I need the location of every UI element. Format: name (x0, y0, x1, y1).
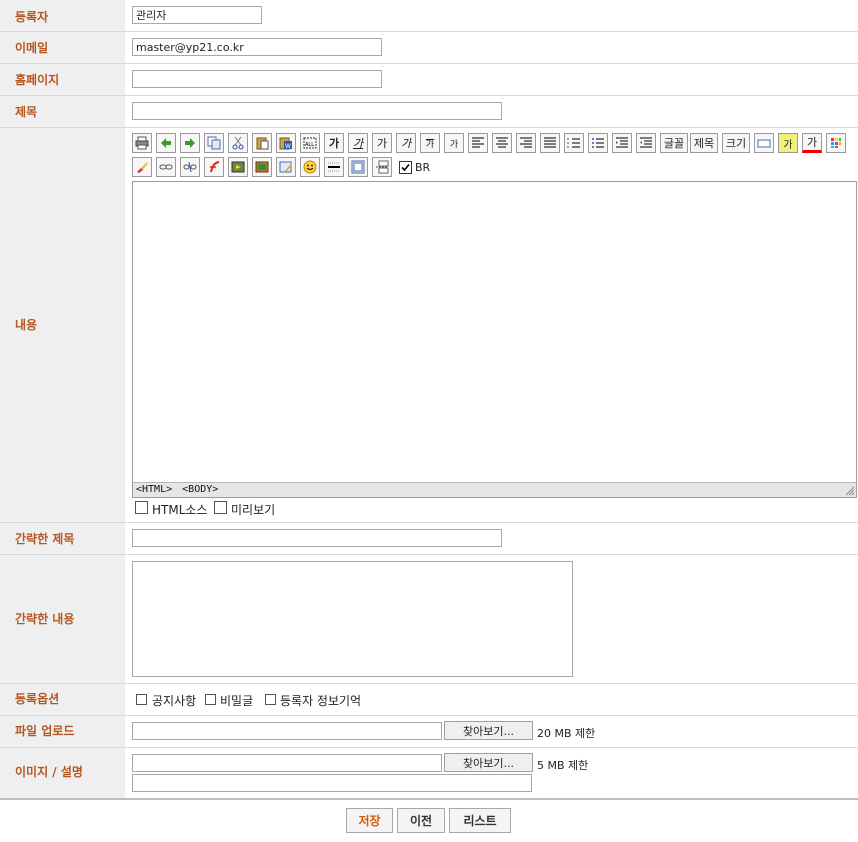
page-break-icon[interactable] (372, 157, 392, 177)
heading-button[interactable]: 제목 (690, 133, 718, 153)
align-center-icon[interactable] (492, 133, 512, 153)
row-homepage: 홈페이지 (0, 64, 858, 96)
image-description-input[interactable] (132, 774, 532, 792)
secret-checkbox[interactable] (205, 694, 216, 705)
row-image: 이미지 / 설명 찾아보기... 5 MB 제한 (0, 748, 858, 798)
table-icon[interactable] (348, 157, 368, 177)
unlink-icon[interactable] (180, 157, 200, 177)
outdent-icon[interactable] (612, 133, 632, 153)
unordered-list-icon[interactable] (588, 133, 608, 153)
cut-icon[interactable] (228, 133, 248, 153)
notice-label: 공지사항 (152, 694, 197, 708)
image-edit-icon[interactable] (276, 157, 296, 177)
label-short-subject: 간략한 제목 (0, 523, 125, 554)
status-body-tag[interactable]: <BODY> (182, 484, 218, 495)
file-browse-button[interactable]: 찾아보기... (444, 721, 533, 740)
label-homepage: 홈페이지 (0, 64, 125, 95)
row-short-subject: 간략한 제목 (0, 523, 858, 555)
color-palette-icon[interactable] (826, 133, 846, 153)
form-bottom-divider (0, 798, 858, 800)
image-upload-input[interactable] (132, 754, 442, 772)
file-size-limit: 20 MB 제한 (537, 727, 596, 740)
row-content: 내용 W ALL 가 가 가 가 가 가 글꼴 제목 크기 가 가 BR <HT… (0, 128, 858, 523)
emoticon-icon[interactable] (300, 157, 320, 177)
list-button[interactable]: 리스트 (449, 808, 511, 833)
media-icon[interactable] (228, 157, 248, 177)
short-content-textarea[interactable] (132, 561, 573, 677)
row-file-upload: 파일 업로드 찾아보기... 20 MB 제한 (0, 716, 858, 748)
remember-checkbox[interactable] (265, 694, 276, 705)
subject-input[interactable] (132, 102, 502, 120)
flash-icon[interactable] (204, 157, 224, 177)
editor-status-bar: <HTML> <BODY> (133, 482, 856, 497)
image-browse-button[interactable]: 찾아보기... (444, 753, 533, 772)
notice-checkbox[interactable] (136, 694, 147, 705)
html-source-label: HTML소스 (152, 503, 208, 517)
indent-icon[interactable] (636, 133, 656, 153)
strike-icon[interactable]: 가 (396, 133, 416, 153)
email-input[interactable] (132, 38, 382, 56)
paste-icon[interactable] (252, 133, 272, 153)
image-icon[interactable] (252, 157, 272, 177)
resize-grip-icon[interactable] (844, 485, 855, 496)
preview-label: 미리보기 (231, 503, 276, 517)
superscript-icon[interactable]: 가 (420, 133, 440, 153)
copy-icon[interactable] (204, 133, 224, 153)
remember-label: 등록자 정보기억 (280, 694, 362, 708)
highlight-color-icon[interactable]: 가 (778, 133, 798, 153)
align-right-icon[interactable] (516, 133, 536, 153)
svg-text:ALL: ALL (305, 142, 314, 148)
image-size-limit: 5 MB 제한 (537, 759, 589, 772)
label-email: 이메일 (0, 32, 125, 63)
ordered-list-icon[interactable] (564, 133, 584, 153)
text-box-icon[interactable] (754, 133, 774, 153)
row-author: 등록자 (0, 0, 858, 32)
undo-icon[interactable] (156, 133, 176, 153)
horizontal-rule-icon[interactable] (324, 157, 344, 177)
redo-icon[interactable] (180, 133, 200, 153)
row-email: 이메일 (0, 32, 858, 64)
align-justify-icon[interactable] (540, 133, 560, 153)
author-input[interactable] (132, 6, 262, 24)
link-icon[interactable] (156, 157, 176, 177)
paste-word-icon[interactable]: W (276, 133, 296, 153)
label-short-content: 간략한 내용 (0, 555, 125, 683)
bold-icon[interactable]: 가 (324, 133, 344, 153)
row-subject: 제목 (0, 96, 858, 128)
font-family-button[interactable]: 글꼴 (660, 133, 688, 153)
label-subject: 제목 (0, 96, 125, 127)
html-source-checkbox[interactable] (135, 501, 148, 514)
file-upload-input[interactable] (132, 722, 442, 740)
select-all-icon[interactable]: ALL (300, 133, 320, 153)
label-options: 등록옵션 (0, 684, 125, 715)
prev-button[interactable]: 이전 (397, 808, 445, 833)
short-subject-input[interactable] (132, 529, 502, 547)
editor-area: W ALL 가 가 가 가 가 가 글꼴 제목 크기 가 가 BR <HTML>… (125, 128, 858, 522)
br-checkbox[interactable] (399, 161, 412, 174)
print-icon[interactable] (132, 133, 152, 153)
save-button[interactable]: 저장 (346, 808, 393, 833)
secret-label: 비밀글 (220, 694, 254, 708)
font-color-icon[interactable]: 가 (802, 133, 822, 153)
editor-body[interactable]: <HTML> <BODY> (132, 181, 857, 498)
homepage-input[interactable] (132, 70, 382, 88)
label-content: 내용 (0, 128, 125, 522)
align-left-icon[interactable] (468, 133, 488, 153)
preview-checkbox[interactable] (214, 501, 227, 514)
font-size-button[interactable]: 크기 (722, 133, 750, 153)
row-short-content: 간략한 내용 (0, 555, 858, 684)
status-html-tag[interactable]: <HTML> (136, 484, 172, 495)
svg-text:W: W (285, 143, 291, 150)
subscript-icon[interactable]: 가 (444, 133, 464, 153)
row-options: 등록옵션 공지사항 비밀글 등록자 정보기억 (0, 684, 858, 716)
label-image: 이미지 / 설명 (0, 748, 125, 798)
label-file-upload: 파일 업로드 (0, 716, 125, 747)
label-author: 등록자 (0, 0, 125, 31)
italic-icon[interactable]: 가 (348, 133, 368, 153)
brush-icon[interactable] (132, 157, 152, 177)
br-label: BR (415, 161, 431, 174)
underline-icon[interactable]: 가 (372, 133, 392, 153)
